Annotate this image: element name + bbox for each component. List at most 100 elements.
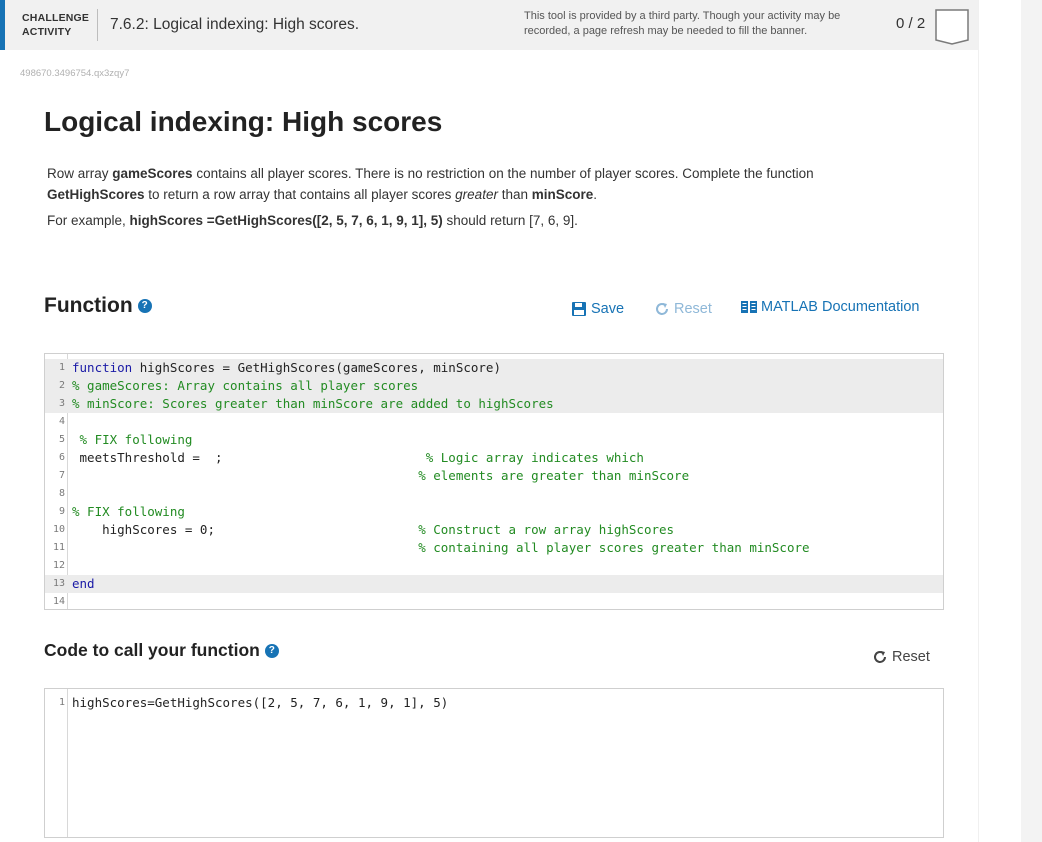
code-comment: % elements are greater than minScore: [418, 468, 690, 483]
reset-label: Reset: [892, 649, 930, 665]
reset-function-button[interactable]: Reset: [654, 301, 712, 317]
desc-var-gamescores: gameScores: [112, 166, 193, 181]
code-line[interactable]: 6 meetsThreshold = ; % Logic array indic…: [45, 449, 943, 467]
code-text: % containing all player scores greater t…: [72, 539, 810, 557]
line-number: 13: [52, 578, 65, 589]
help-icon[interactable]: ?: [137, 299, 152, 314]
banner-accent: [0, 0, 5, 50]
line-number: 12: [52, 560, 65, 571]
docs-label: MATLAB Documentation: [761, 299, 920, 315]
activity-banner: CHALLENGE ACTIVITY 7.6.2: Logical indexi…: [0, 0, 978, 50]
book-icon: [741, 301, 757, 313]
code-comment: % Construct a row array highScores: [418, 522, 675, 537]
reset-call-button[interactable]: Reset: [872, 649, 930, 665]
save-label: Save: [591, 301, 625, 317]
completion-badge-icon: [935, 9, 969, 45]
code-line[interactable]: 12: [45, 557, 943, 575]
code-text: function highScores = GetHighScores(game…: [72, 359, 501, 377]
code-statement: highScores = 0;: [72, 522, 419, 537]
code-comment: % gameScores: Array contains all player …: [72, 378, 419, 393]
code-text: highScores = 0; % Construct a row array …: [72, 521, 674, 539]
code-text: % minScore: Scores greater than minScore…: [72, 395, 554, 413]
problem-description: Row array gameScores contains all player…: [47, 163, 887, 205]
code-line[interactable]: 5 % FIX following: [45, 431, 943, 449]
right-margin: [978, 0, 1042, 842]
code-comment: % Logic array indicates which: [425, 450, 644, 465]
code-comment: % FIX following: [79, 432, 193, 447]
activity-type-line2: ACTIVITY: [22, 26, 72, 38]
line-number: 14: [52, 596, 65, 607]
desc-text: Row array: [47, 166, 113, 181]
line-number: 8: [58, 488, 65, 499]
code-text: highScores=GetHighScores([2, 5, 7, 6, 1,…: [72, 694, 448, 712]
code-text: % gameScores: Array contains all player …: [72, 377, 418, 395]
function-title-text: Function: [44, 294, 133, 317]
code-statement: [72, 432, 80, 447]
line-number: 2: [58, 380, 65, 391]
desc-text: contains all player scores. There is no …: [192, 166, 814, 181]
function-section-title: Function?: [44, 294, 152, 318]
activity-type-line1: CHALLENGE: [22, 12, 90, 24]
example-call: highScores =GetHighScores([2, 5, 7, 6, 1…: [129, 213, 443, 228]
line-number: 6: [58, 452, 65, 463]
activity-type: CHALLENGE ACTIVITY: [22, 11, 92, 39]
line-number: 10: [52, 524, 65, 535]
code-line[interactable]: 4: [45, 413, 943, 431]
call-section-title: Code to call your function?: [44, 640, 279, 661]
code-text: end: [72, 575, 95, 593]
reset-icon: [656, 303, 668, 315]
activity-title: 7.6.2: Logical indexing: High scores.: [110, 16, 360, 33]
save-icon: [572, 302, 586, 316]
code-line[interactable]: 10 highScores = 0; % Construct a row arr…: [45, 521, 943, 539]
page-title: Logical indexing: High scores: [44, 106, 443, 137]
code-text: % FIX following: [72, 503, 185, 521]
line-number: 7: [58, 470, 65, 481]
code-line[interactable]: 1 function highScores = GetHighScores(gam…: [45, 359, 943, 377]
line-number: 1: [58, 697, 65, 708]
code-line[interactable]: 3 % minScore: Scores greater than minScor…: [45, 395, 943, 413]
desc-func-name: GetHighScores: [47, 187, 145, 202]
reset-icon: [874, 651, 886, 663]
function-code-editor[interactable]: 1 function highScores = GetHighScores(gam…: [44, 353, 944, 610]
third-party-notice: This tool is provided by a third party. …: [524, 10, 841, 37]
line-number: 11: [52, 542, 65, 553]
desc-text: than: [497, 187, 532, 202]
code-text: % FIX following: [72, 431, 193, 449]
line-number: 1: [58, 362, 65, 373]
call-code-editor[interactable]: 1 highScores=GetHighScores([2, 5, 7, 6, 1…: [44, 688, 944, 838]
code-line[interactable]: 2 % gameScores: Array contains all player…: [45, 377, 943, 395]
code-text: meetsThreshold = ; % Logic array indicat…: [72, 449, 644, 467]
code-line[interactable]: 14: [45, 593, 943, 611]
line-number: 5: [58, 434, 65, 445]
code-statement: meetsThreshold = ;: [72, 450, 426, 465]
code-text: % elements are greater than minScore: [72, 467, 689, 485]
code-line[interactable]: 13 end: [45, 575, 943, 593]
code-line[interactable]: 7 % elements are greater than minScore: [45, 467, 943, 485]
code-line[interactable]: 1 highScores=GetHighScores([2, 5, 7, 6, 1…: [45, 694, 943, 712]
matlab-documentation-link[interactable]: MATLAB Documentation: [741, 299, 920, 315]
call-title-text: Code to call your function: [44, 640, 260, 660]
desc-emphasis: greater: [455, 187, 498, 202]
code-statement: [72, 468, 418, 483]
code-line[interactable]: 11 % containing all player scores greate…: [45, 539, 943, 557]
example-prefix: For example,: [47, 213, 130, 228]
code-comment: % minScore: Scores greater than minScore…: [72, 396, 554, 411]
help-icon[interactable]: ?: [264, 644, 279, 659]
line-number: 9: [58, 506, 65, 517]
code-line[interactable]: 9 % FIX following: [45, 503, 943, 521]
code-statement: [72, 540, 418, 555]
code-comment: % containing all player scores greater t…: [418, 540, 810, 555]
desc-var-minscore: minScore: [531, 187, 594, 202]
desc-text: to return a row array that contains all …: [144, 187, 456, 202]
main-content: CHALLENGE ACTIVITY 7.6.2: Logical indexi…: [0, 0, 978, 842]
code-line[interactable]: 8: [45, 485, 943, 503]
reset-label: Reset: [674, 301, 712, 317]
line-number: 3: [58, 398, 65, 409]
line-number: 4: [58, 416, 65, 427]
save-button[interactable]: Save: [571, 301, 624, 317]
code-statement: highScores = GetHighScores(gameScores, m…: [132, 360, 501, 375]
score-counter: 0 / 2: [896, 15, 926, 32]
desc-text: .: [593, 187, 598, 202]
scrollbar-track[interactable]: [1021, 0, 1042, 842]
example-result: should return [7, 6, 9].: [442, 213, 578, 228]
